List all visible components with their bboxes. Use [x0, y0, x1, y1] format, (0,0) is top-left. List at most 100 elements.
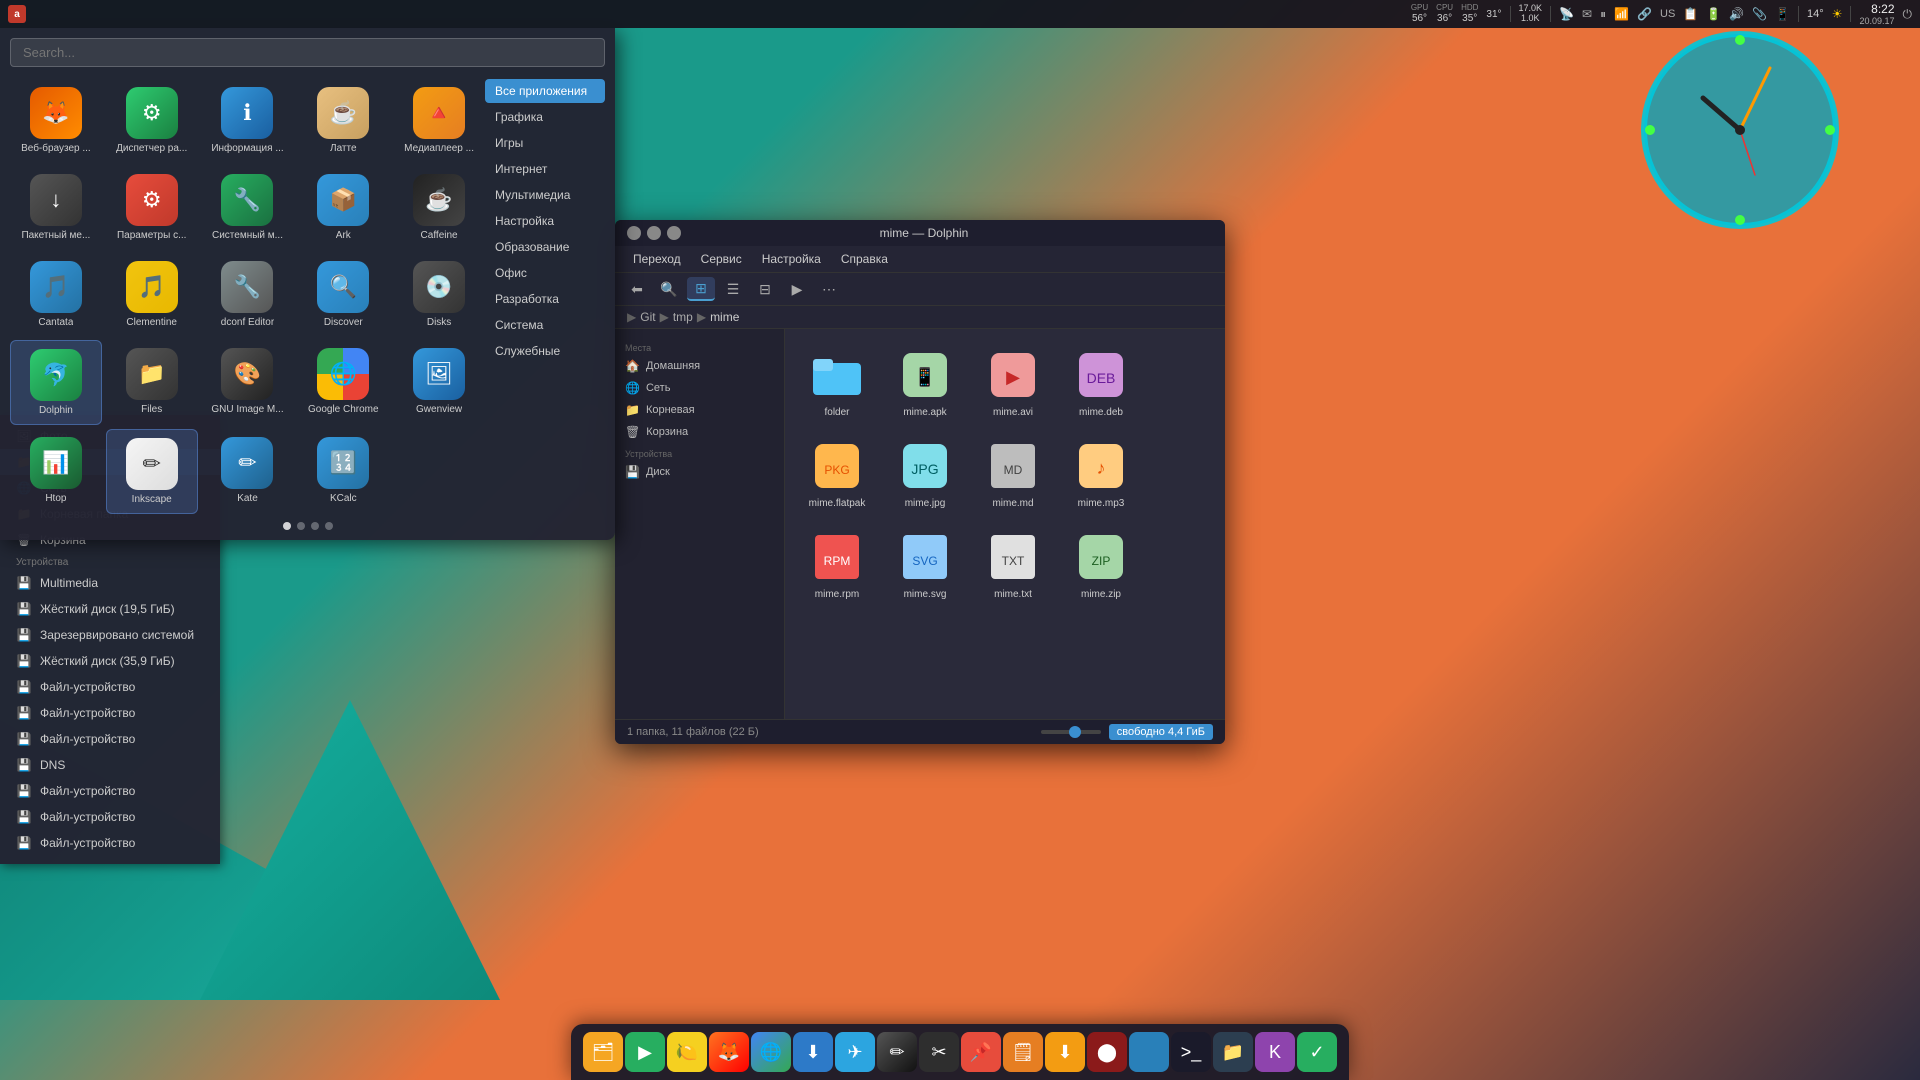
tray-attachment-icon[interactable]: 📎 — [1752, 7, 1767, 21]
tray-network-icon[interactable]: 🔗 — [1637, 7, 1652, 21]
tray-rss-icon[interactable]: 📡 — [1559, 7, 1574, 21]
dolphin-menu-Переход[interactable]: Переход — [623, 248, 691, 270]
window-close-btn[interactable] — [667, 226, 681, 240]
app-item-chrome[interactable]: 🌐Google Chrome — [297, 340, 389, 425]
sidebar-device-1[interactable]: 💾Жёсткий диск (19,5 ГиБ) — [0, 596, 220, 622]
app-item-firefox[interactable]: 🦊Веб-браузер ... — [10, 79, 102, 162]
sidebar-device-0[interactable]: 💾Multimedia — [0, 570, 220, 596]
app-item-files[interactable]: 📁Files — [106, 340, 198, 425]
file-item-md[interactable]: MDmime.md — [973, 432, 1053, 515]
taskbar-icon-download[interactable]: ⬇ — [1045, 1032, 1085, 1072]
file-item-apk[interactable]: 📱mime.apk — [885, 341, 965, 424]
app-item-dconf[interactable]: 🔧dconf Editor — [202, 253, 294, 336]
sidebar-device-6[interactable]: 💾Файл-устройство — [0, 726, 220, 752]
category-games[interactable]: Игры — [485, 131, 605, 155]
category-utilities[interactable]: Служебные — [485, 339, 605, 363]
sidebar-device-2[interactable]: 💾Зарезервировано системой — [0, 622, 220, 648]
taskbar-icon-telegram[interactable]: ✈ — [835, 1032, 875, 1072]
page-dot-1[interactable] — [297, 522, 305, 530]
panel-app-icon[interactable]: a — [8, 5, 26, 23]
toolbar-split-btn[interactable]: ⊟ — [751, 277, 779, 301]
toolbar-compact-btn[interactable]: ☰ — [719, 277, 747, 301]
file-item-mp3[interactable]: ♪mime.mp3 — [1061, 432, 1141, 515]
taskbar-icon-play[interactable]: ▶ — [625, 1032, 665, 1072]
taskbar-icon-terminal[interactable]: >_ — [1171, 1032, 1211, 1072]
panel-power-icon[interactable]: ⏻ — [1903, 7, 1913, 22]
category-internet[interactable]: Интернет — [485, 157, 605, 181]
page-dot-0[interactable] — [283, 522, 291, 530]
sidebar-trash[interactable]: 🗑 Корзина — [615, 421, 784, 443]
clock-widget[interactable] — [1640, 30, 1840, 230]
app-item-latte[interactable]: ☕Латте — [297, 79, 389, 162]
app-item-disks[interactable]: 💿Disks — [393, 253, 485, 336]
page-dot-3[interactable] — [325, 522, 333, 530]
toolbar-back-btn[interactable]: ⬅ — [623, 277, 651, 301]
category-education[interactable]: Образование — [485, 235, 605, 259]
category-all[interactable]: Все приложения — [485, 79, 605, 103]
taskbar-icon-files[interactable]: 🗂 — [583, 1032, 623, 1072]
file-item-svg[interactable]: SVGmime.svg — [885, 523, 965, 606]
tray-clipboard-icon[interactable]: 📋 — [1683, 7, 1698, 21]
sidebar-device-5[interactable]: 💾Файл-устройство — [0, 700, 220, 726]
category-system[interactable]: Система — [485, 313, 605, 337]
toolbar-more-btn[interactable]: ⋯ — [815, 277, 843, 301]
app-item-pkg[interactable]: ↓Пакетный ме... — [10, 166, 102, 249]
zoom-slider[interactable] — [1041, 730, 1101, 734]
page-dot-2[interactable] — [311, 522, 319, 530]
taskbar-icon-code[interactable] — [1129, 1032, 1169, 1072]
app-item-vlc[interactable]: 🔺Медиаплеер ... — [393, 79, 485, 162]
tray-mail-icon[interactable]: ✉ — [1582, 7, 1592, 21]
window-maximize-btn[interactable] — [647, 226, 661, 240]
app-item-gimp[interactable]: 🎨GNU Image M... — [202, 340, 294, 425]
file-item-zip[interactable]: ZIPmime.zip — [1061, 523, 1141, 606]
file-item-avi[interactable]: ▶mime.avi — [973, 341, 1053, 424]
taskbar-icon-qbittorrent[interactable]: ⬇ — [793, 1032, 833, 1072]
sidebar-device-10[interactable]: 💾Файл-устройство — [0, 830, 220, 856]
app-item-inkscape[interactable]: ✏Inkscape — [106, 429, 198, 514]
category-office[interactable]: Офис — [485, 261, 605, 285]
breadcrumb-item-tmp[interactable]: tmp — [673, 310, 693, 324]
app-item-kcalc[interactable]: 🔢KCalc — [297, 429, 389, 514]
sidebar-home[interactable]: 🏠 Домашняя — [615, 355, 784, 377]
tray-battery-icon[interactable]: 🔋 — [1706, 7, 1721, 21]
file-item-folder[interactable]: folder — [797, 341, 877, 424]
app-item-gwenview[interactable]: 🖼Gwenview — [393, 340, 485, 425]
window-minimize-btn[interactable] — [627, 226, 641, 240]
toolbar-grid-btn[interactable]: ⊞ — [687, 277, 715, 301]
app-item-cantata[interactable]: 🎵Cantata — [10, 253, 102, 336]
file-item-rpm[interactable]: RPMmime.rpm — [797, 523, 877, 606]
tray-weather-icon[interactable]: ☀ — [1832, 7, 1843, 21]
sidebar-root[interactable]: 📁 Корневая — [615, 399, 784, 421]
time-display[interactable]: 8:22 20.09.17 — [1859, 2, 1894, 26]
app-item-discover[interactable]: 🔍Discover — [297, 253, 389, 336]
toolbar-search-btn[interactable]: 🔍 — [655, 277, 683, 301]
taskbar-icon-kvantum[interactable]: K — [1255, 1032, 1295, 1072]
app-item-htop[interactable]: 📊Htop — [10, 429, 102, 514]
sidebar-device-4[interactable]: 💾Файл-устройство — [0, 674, 220, 700]
sidebar-device-9[interactable]: 💾Файл-устройство — [0, 804, 220, 830]
app-item-clementine[interactable]: 🎵Clementine — [106, 253, 198, 336]
taskbar-icon-cantata[interactable]: 🍋 — [667, 1032, 707, 1072]
taskbar-icon-firefox[interactable]: 🦊 — [709, 1032, 749, 1072]
taskbar-icon-notes[interactable]: 🗒 — [1003, 1032, 1043, 1072]
sidebar-device-3[interactable]: 💾Жёсткий диск (35,9 ГиБ) — [0, 648, 220, 674]
app-item-info[interactable]: ℹИнформация ... — [202, 79, 294, 162]
tray-phone-icon[interactable]: 📱 — [1775, 7, 1790, 21]
sidebar-device-8[interactable]: 💾Файл-устройство — [0, 778, 220, 804]
category-graphics[interactable]: Графика — [485, 105, 605, 129]
file-item-txt[interactable]: TXTmime.txt — [973, 523, 1053, 606]
toolbar-terminal-btn[interactable]: ▶ — [783, 277, 811, 301]
taskbar-icon-inkscape[interactable]: ✏ — [877, 1032, 917, 1072]
app-item-sys[interactable]: 🔧Системный м... — [202, 166, 294, 249]
tray-signal-icon[interactable]: 📶 — [1614, 7, 1629, 21]
taskbar-icon-fm[interactable]: 📁 — [1213, 1032, 1253, 1072]
dolphin-menu-Сервис[interactable]: Сервис — [691, 248, 752, 270]
taskbar-icon-dotnet[interactable]: ⬤ — [1087, 1032, 1127, 1072]
category-settings[interactable]: Настройка — [485, 209, 605, 233]
tray-locale-icon[interactable]: US — [1660, 8, 1675, 20]
sidebar-network[interactable]: 🌐 Сеть — [615, 377, 784, 399]
file-item-jpg[interactable]: JPGmime.jpg — [885, 432, 965, 515]
tray-media-icon[interactable]: ⏸ — [1600, 7, 1606, 22]
dolphin-menu-Настройка[interactable]: Настройка — [752, 248, 831, 270]
app-item-params[interactable]: ⚙Параметры с... — [106, 166, 198, 249]
